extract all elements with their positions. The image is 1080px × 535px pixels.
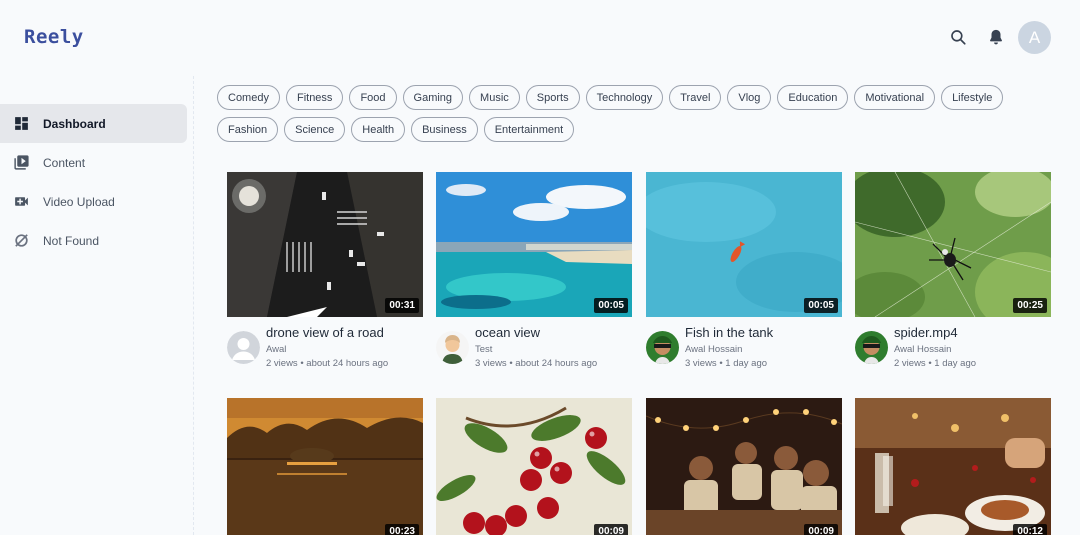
video-meta: ocean view Test 3 views • about 24 hours… — [436, 317, 632, 377]
video-title[interactable]: ocean view — [475, 325, 540, 340]
fish-tank-thumbnail — [646, 172, 842, 317]
video-card[interactable]: 00:31 drone view of a road Awal 2 views … — [227, 172, 423, 377]
channel-avatar[interactable] — [436, 331, 469, 364]
category-filter-bar: Comedy Fitness Food Gaming Music Sports … — [217, 85, 1017, 149]
sunset-thumbnail — [227, 398, 423, 535]
sidebar-item-video-upload[interactable]: Video Upload — [0, 182, 187, 221]
video-thumbnail[interactable]: 00:09 — [646, 398, 842, 535]
category-chip[interactable]: Sports — [525, 85, 580, 110]
category-chip[interactable]: Technology — [585, 85, 664, 110]
category-chip[interactable]: Science — [284, 117, 346, 142]
video-stats: 2 views • about 24 hours ago — [266, 358, 389, 369]
channel-avatar[interactable] — [227, 331, 260, 364]
channel-name[interactable]: Awal Hossain — [685, 344, 742, 355]
category-chip[interactable]: Motivational — [854, 85, 936, 110]
cherries-thumbnail — [436, 398, 632, 535]
video-duration: 00:23 — [385, 524, 419, 535]
video-duration: 00:12 — [1013, 524, 1047, 535]
category-chip[interactable]: Health — [351, 117, 406, 142]
video-thumbnail[interactable]: 00:31 — [227, 172, 423, 317]
sidebar-item-label: Not Found — [43, 233, 100, 248]
video-card[interactable]: 00:05 Fish in the tank Awal Hossain 3 vi… — [646, 172, 842, 377]
sidebar-item-not-found[interactable]: Not Found — [0, 221, 187, 260]
video-duration: 00:05 — [804, 298, 838, 313]
category-chip[interactable]: Business — [411, 117, 478, 142]
video-title[interactable]: drone view of a road — [266, 325, 384, 340]
video-card[interactable]: 00:09 — [436, 398, 632, 535]
channel-name[interactable]: Awal — [266, 344, 286, 355]
video-card[interactable]: 00:25 spider.mp4 Awal Hossain 2 views • … — [855, 172, 1051, 377]
profile-photo-avatar-icon — [855, 331, 888, 364]
category-chip[interactable]: Gaming — [402, 85, 464, 110]
video-stats: 3 views • about 24 hours ago — [475, 358, 598, 369]
channel-name[interactable]: Awal Hossain — [894, 344, 951, 355]
video-meta: spider.mp4 Awal Hossain 2 views • 1 day … — [855, 317, 1051, 377]
video-meta: drone view of a road Awal 2 views • abou… — [227, 317, 423, 377]
category-chip[interactable]: Fashion — [217, 117, 279, 142]
video-title[interactable]: spider.mp4 — [894, 325, 958, 340]
profile-photo-avatar-icon — [646, 331, 679, 364]
sidebar: Dashboard Content Video Upload Not Found — [0, 76, 194, 535]
video-card[interactable]: 00:23 — [227, 398, 423, 535]
category-chip[interactable]: Fitness — [285, 85, 344, 110]
video-duration: 00:31 — [385, 298, 419, 313]
top-header: Reely A — [0, 0, 1080, 76]
video-stats: 3 views • 1 day ago — [685, 358, 768, 369]
drone-road-thumbnail — [227, 172, 423, 317]
video-card[interactable]: 00:09 — [646, 398, 842, 535]
search-icon[interactable] — [949, 28, 967, 46]
content-icon — [12, 154, 30, 172]
sidebar-item-label: Content — [43, 155, 86, 170]
video-title[interactable]: Fish in the tank — [685, 325, 773, 340]
video-duration: 00:09 — [594, 524, 628, 535]
video-thumbnail[interactable]: 00:12 — [855, 398, 1051, 535]
video-thumbnail[interactable]: 00:05 — [436, 172, 632, 317]
default-avatar-icon — [227, 331, 260, 364]
user-avatar-button[interactable]: A — [1018, 21, 1051, 54]
channel-avatar[interactable] — [855, 331, 888, 364]
category-chip[interactable]: Music — [469, 85, 520, 110]
video-card[interactable]: 00:05 ocean view Test 3 views • about 24… — [436, 172, 632, 377]
channel-avatar[interactable] — [646, 331, 679, 364]
video-stats: 2 views • 1 day ago — [894, 358, 977, 369]
channel-name[interactable]: Test — [475, 344, 492, 355]
bell-icon[interactable] — [987, 28, 1005, 46]
category-chip[interactable]: Vlog — [727, 85, 772, 110]
video-duration: 00:05 — [594, 298, 628, 313]
sidebar-item-dashboard[interactable]: Dashboard — [0, 104, 187, 143]
video-card[interactable]: 00:12 — [855, 398, 1051, 535]
spider-thumbnail — [855, 172, 1051, 317]
video-meta: Fish in the tank Awal Hossain 3 views • … — [646, 317, 842, 377]
not-found-icon — [12, 232, 30, 250]
video-thumbnail[interactable]: 00:09 — [436, 398, 632, 535]
sidebar-item-label: Video Upload — [43, 194, 115, 209]
sidebar-item-label: Dashboard — [43, 116, 106, 131]
category-chip[interactable]: Lifestyle — [941, 85, 1004, 110]
category-chip[interactable]: Food — [349, 85, 397, 110]
festive-table-thumbnail — [855, 398, 1051, 535]
category-chip[interactable]: Education — [777, 85, 849, 110]
video-duration: 00:09 — [804, 524, 838, 535]
dinner-party-thumbnail — [646, 398, 842, 535]
category-chip[interactable]: Travel — [669, 85, 722, 110]
dashboard-icon — [12, 115, 30, 133]
video-thumbnail[interactable]: 00:23 — [227, 398, 423, 535]
app-logo[interactable]: Reely — [24, 26, 84, 48]
sidebar-item-content[interactable]: Content — [0, 143, 187, 182]
ocean-thumbnail — [436, 172, 632, 317]
category-chip[interactable]: Comedy — [217, 85, 280, 110]
cartoon-avatar-icon — [436, 331, 469, 364]
video-duration: 00:25 — [1013, 298, 1047, 313]
video-thumbnail[interactable]: 00:05 — [646, 172, 842, 317]
category-chip[interactable]: Entertainment — [483, 117, 575, 142]
video-thumbnail[interactable]: 00:25 — [855, 172, 1051, 317]
video-upload-icon — [12, 193, 30, 211]
